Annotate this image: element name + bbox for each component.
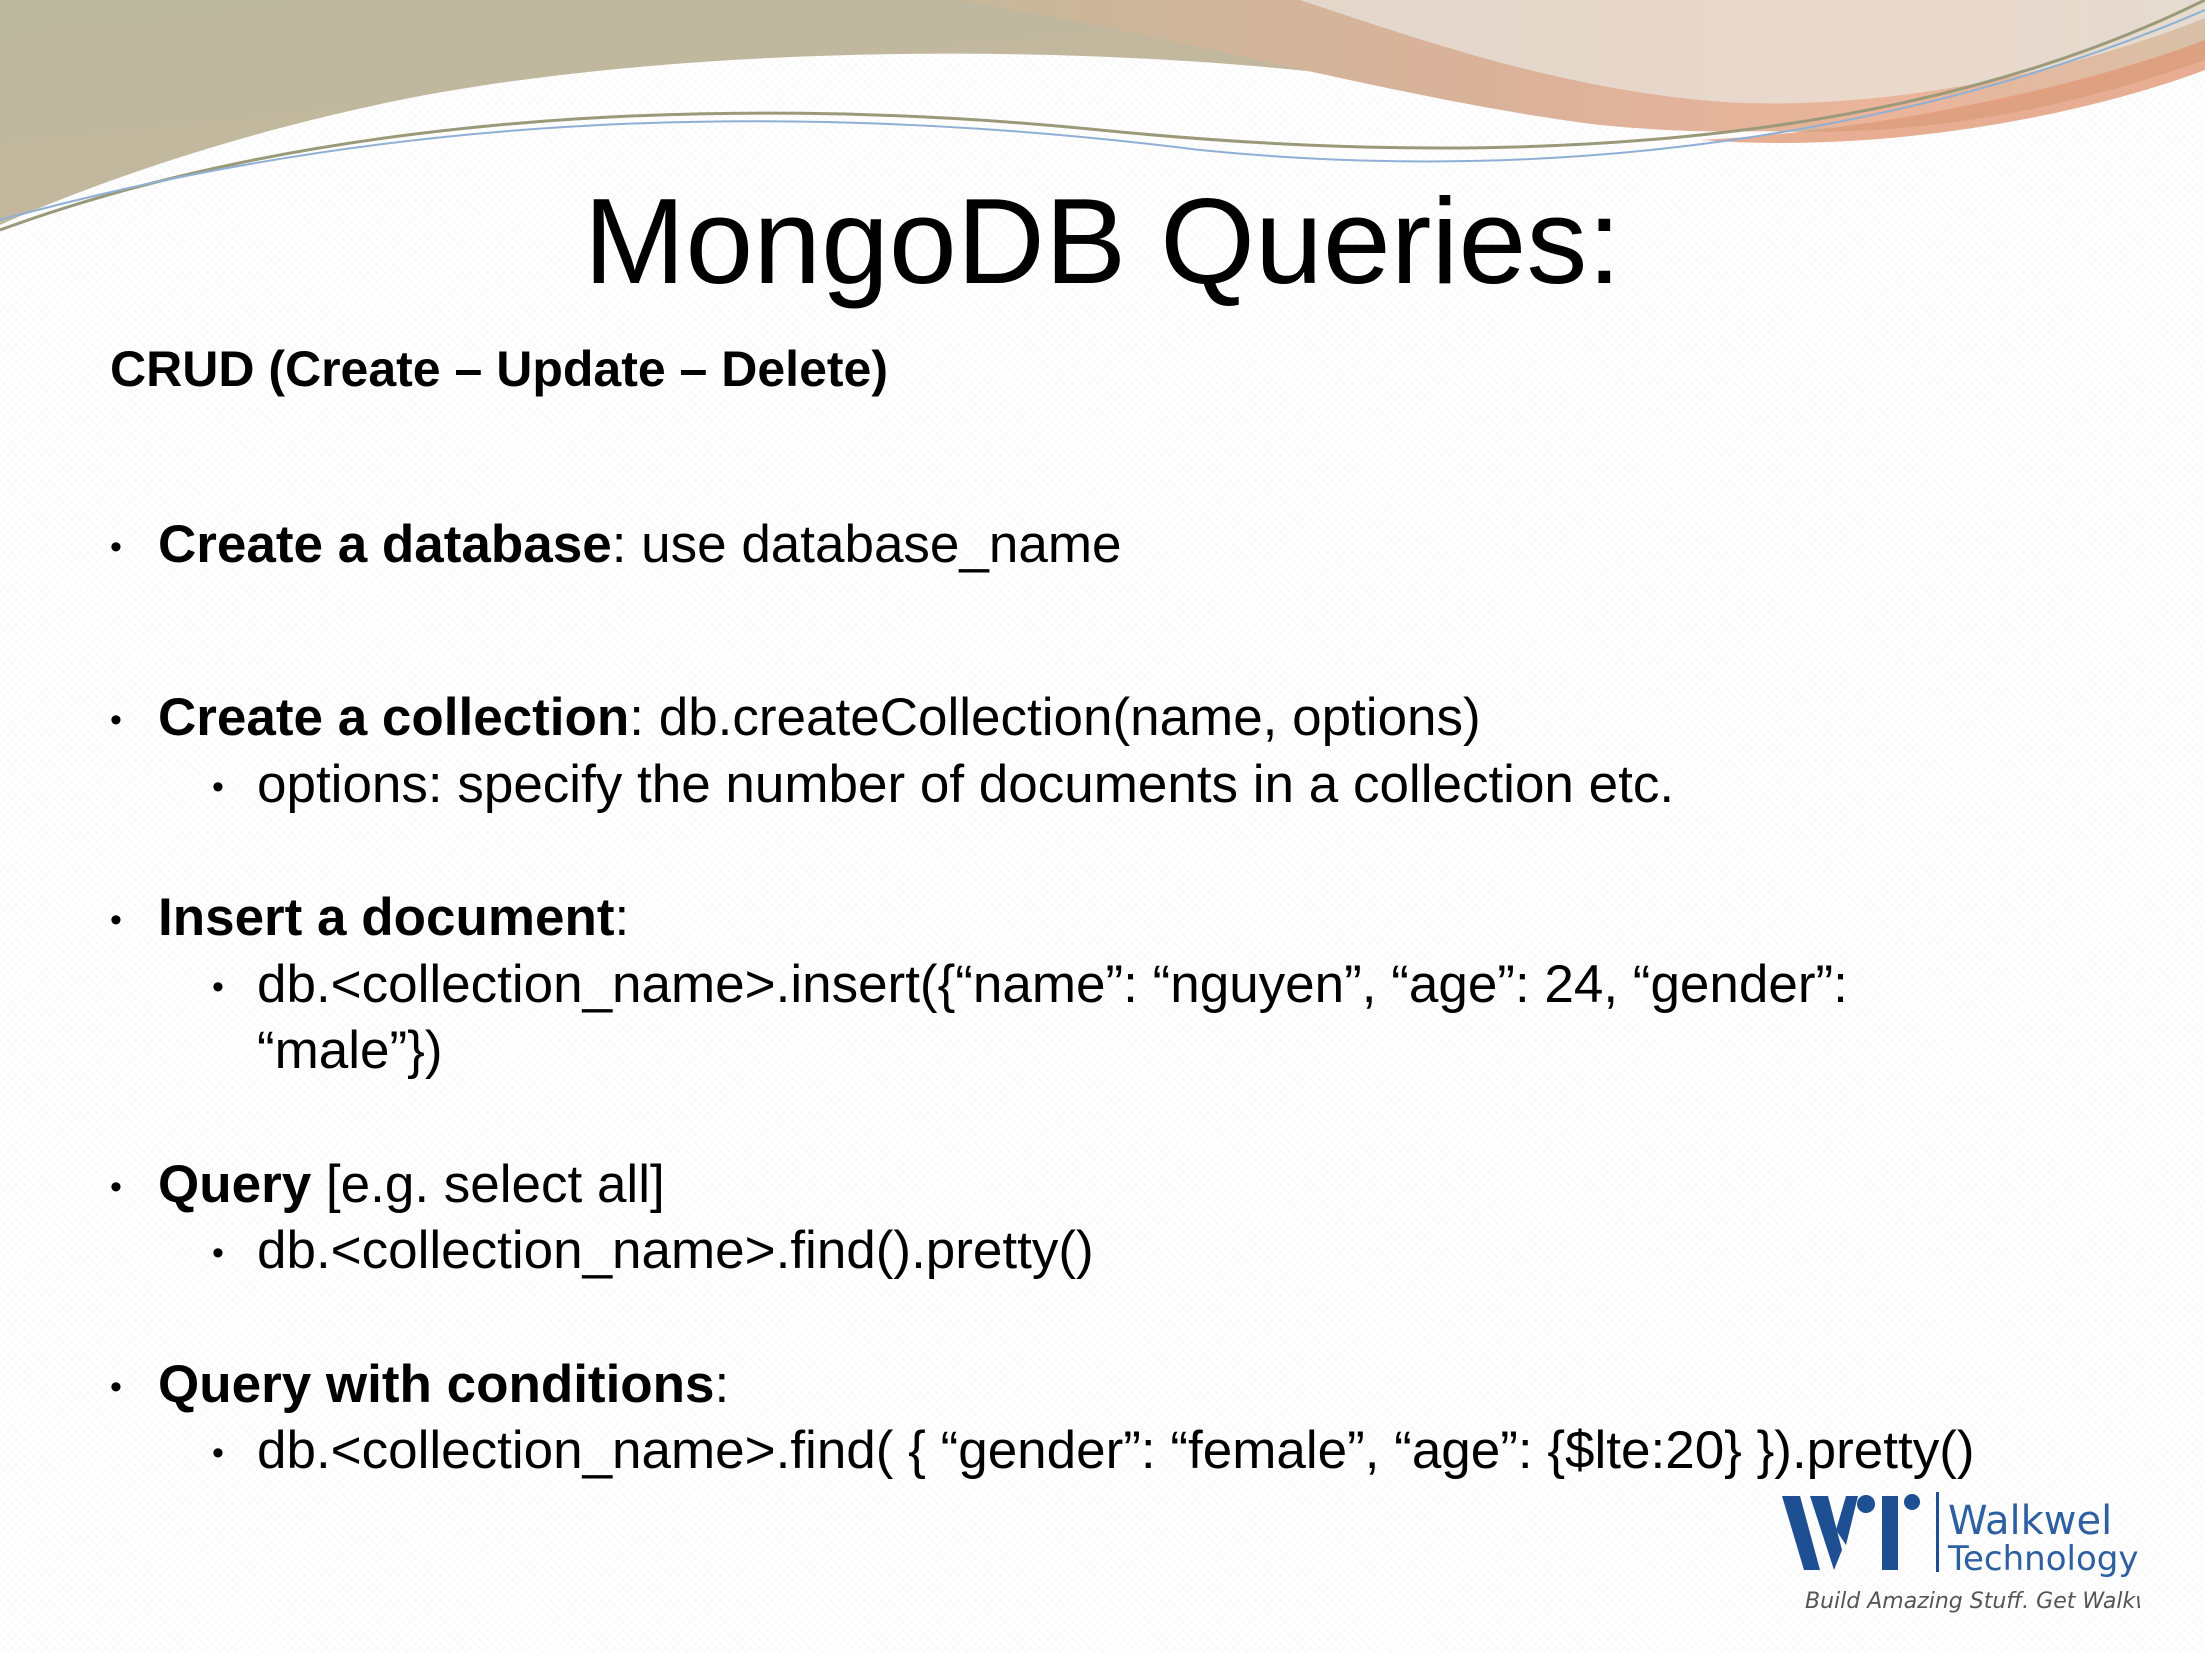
bullet-heading: Insert a document <box>158 888 615 947</box>
bullet-dot: • <box>110 1368 122 1406</box>
sub-bullet-text: options: specify the number of documents… <box>257 755 1675 814</box>
logo-divider <box>1936 1492 1939 1572</box>
bullet-heading: Query <box>158 1155 312 1214</box>
sub-bullet-text: db.<collection_name>.find().pretty() <box>257 1221 1094 1280</box>
bullet-heading: Create a database <box>158 515 612 574</box>
sub-bullet-text: db.<collection_name>.insert({“name”: “ng… <box>257 955 1848 1080</box>
bullet-text: : <box>614 888 630 947</box>
sub-bullet-dot: • <box>212 1234 224 1272</box>
walkwel-logo-mark-icon <box>1782 1494 1920 1570</box>
slide-subtitle: CRUD (Create – Update – Delete) <box>110 341 888 397</box>
sub-bullet-dot: • <box>212 968 224 1006</box>
bullet-dot: • <box>110 701 122 739</box>
bullet-text: : db.createCollection(name, options) <box>629 688 1481 747</box>
bullet-heading: Query with conditions <box>158 1355 715 1414</box>
walkwel-logo: Walkwel Technology Build Amazing Stuff. … <box>1782 1492 2140 1614</box>
sub-bullet-dot: • <box>212 768 224 806</box>
bullet-text: : <box>714 1355 730 1414</box>
bullet-text: [e.g. select all] <box>311 1155 665 1214</box>
bullet-heading: Create a collection <box>158 688 630 747</box>
sub-bullet-dot: • <box>212 1434 224 1472</box>
bullet-dot: • <box>110 901 122 939</box>
sub-bullet-text: db.<collection_name>.find( { “gender”: “… <box>257 1421 1975 1480</box>
slide-title: MongoDB Queries: <box>583 173 1622 309</box>
logo-tagline: Build Amazing Stuff. Get Walkwel <box>1805 1589 2140 1614</box>
logo-name-line1: Walkwel <box>1948 1498 2112 1544</box>
bullet-dot: • <box>110 528 122 566</box>
bullet-dot: • <box>110 1168 122 1206</box>
logo-name-line2: Technology <box>1947 1539 2138 1579</box>
bullet-text: : use database_name <box>611 515 1122 574</box>
